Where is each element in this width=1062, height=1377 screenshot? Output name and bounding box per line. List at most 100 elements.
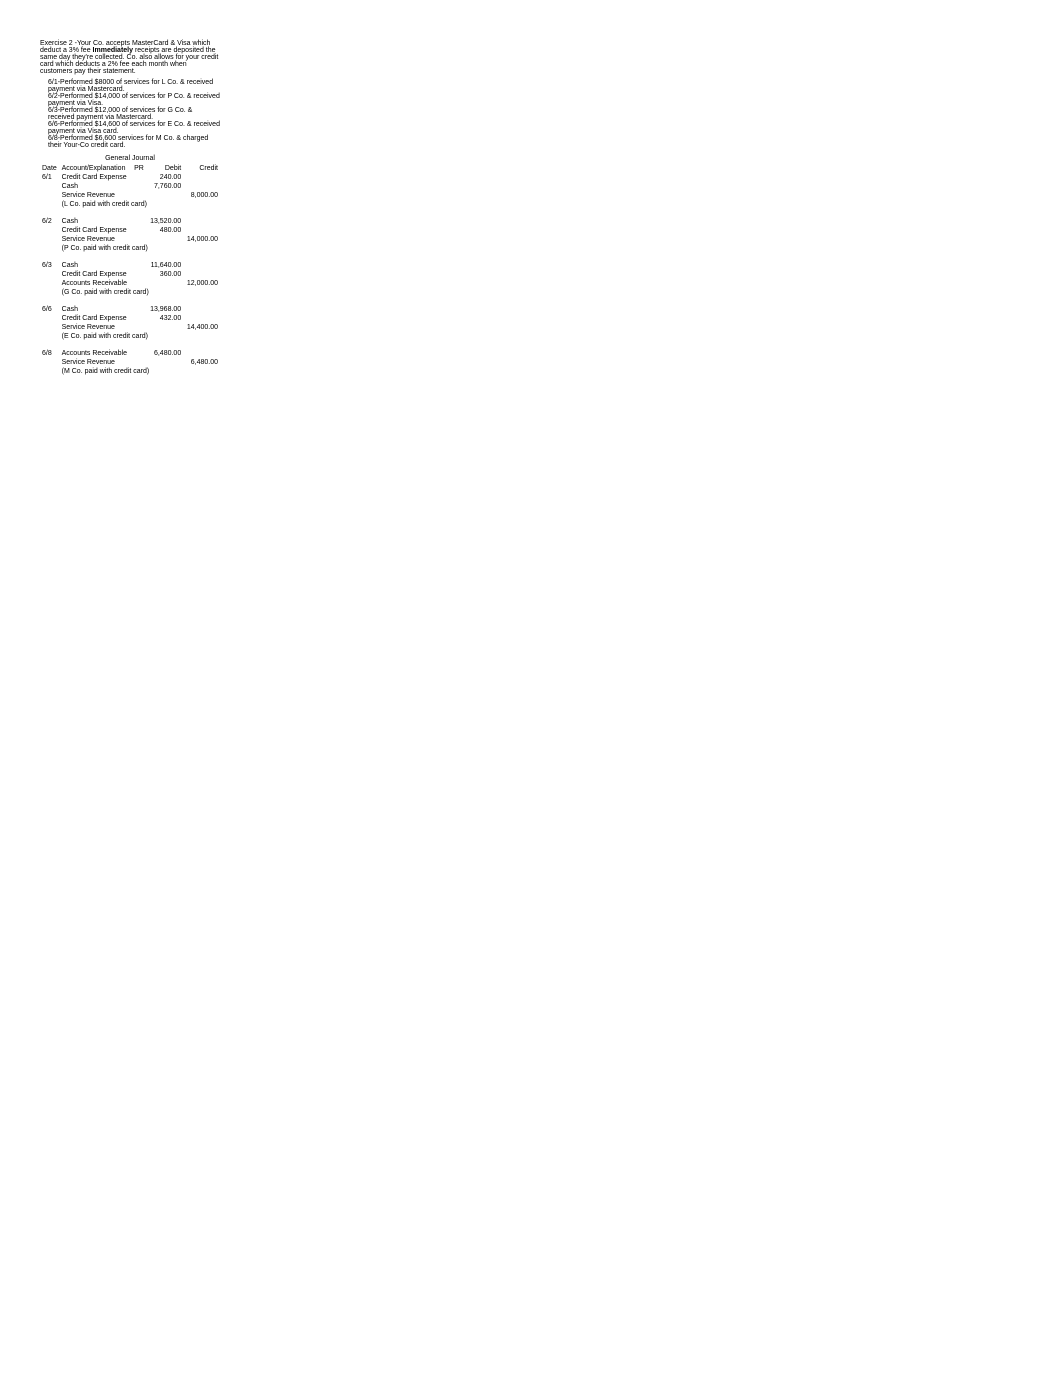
table-row: 6/8Accounts Receivable 6,480.00 (40, 349, 220, 358)
cell-account: Service Revenue (60, 235, 133, 244)
cell-date (40, 314, 60, 323)
cell-debit: 240.00 (146, 173, 183, 182)
cell-date: 6/8 (40, 349, 60, 358)
cell-credit (183, 270, 220, 279)
cell-credit: 12,000.00 (183, 279, 220, 288)
table-row: Service Revenue6,480.00 (40, 358, 220, 367)
cell-account: Credit Card Expense (60, 314, 133, 323)
table-row: (P Co. paid with credit card) (40, 244, 220, 253)
table-row: Service Revenue14,400.00 (40, 323, 220, 332)
cell-debit: 480.00 (146, 226, 183, 235)
cell-debit (146, 279, 183, 288)
cell-account: Cash (60, 182, 133, 191)
journal-body: 6/1Credit Card Expense240.00Cash7,760.00… (40, 173, 220, 384)
cell-date: 6/6 (40, 305, 60, 314)
table-row: (E Co. paid with credit card) (40, 332, 220, 341)
cell-date (40, 323, 60, 332)
cell-credit (183, 173, 220, 182)
cell-date: 6/3 (40, 261, 60, 270)
cell-credit: 14,000.00 (183, 235, 220, 244)
cell-pr (132, 349, 146, 358)
event-item: 6/8-Performed $6,600 services for M Co. … (40, 135, 220, 149)
table-header-row: Date Account/Explanation PR Debit Credit (40, 164, 220, 173)
cell-account: Credit Card Expense (60, 226, 133, 235)
table-row: (M Co. paid with credit card) (40, 367, 220, 376)
cell-pr (132, 270, 146, 279)
cell-date: 6/2 (40, 217, 60, 226)
intro-bold: Immediately (93, 47, 133, 54)
cell-debit (146, 235, 183, 244)
cell-credit (183, 261, 220, 270)
cell-date (40, 182, 60, 191)
cell-account: Cash (60, 261, 133, 270)
cell-pr (132, 314, 146, 323)
col-debit: Debit (146, 164, 183, 173)
cell-pr (132, 279, 146, 288)
col-account: Account/Explanation (60, 164, 133, 173)
cell-credit (183, 305, 220, 314)
entry-note: (L Co. paid with credit card) (60, 200, 220, 209)
cell-account: Cash (60, 305, 133, 314)
col-credit: Credit (183, 164, 220, 173)
cell-pr (132, 217, 146, 226)
cell-date (40, 226, 60, 235)
cell-debit: 7,760.00 (146, 182, 183, 191)
cell-credit (183, 217, 220, 226)
table-row: Service Revenue 14,000.00 (40, 235, 220, 244)
cell-date (40, 235, 60, 244)
cell-credit (183, 314, 220, 323)
exercise-intro: Exercise 2 -Your Co. accepts MasterCard … (40, 40, 220, 75)
cell-pr (132, 182, 146, 191)
event-item: 6/2-Performed $14,000 of services for P … (40, 93, 220, 107)
cell-date (40, 270, 60, 279)
cell-pr (132, 358, 146, 367)
cell-account: Cash (60, 217, 133, 226)
cell-account: Service Revenue (60, 323, 133, 332)
table-row: Service Revenue 8,000.00 (40, 191, 220, 200)
table-row: (G Co. paid with credit card) (40, 288, 220, 297)
cell-account: Service Revenue (60, 191, 133, 200)
cell-pr (132, 305, 146, 314)
cell-account: Credit Card Expense (60, 270, 133, 279)
table-row: 6/2Cash 13,520.00 (40, 217, 220, 226)
cell-credit (183, 182, 220, 191)
table-row: 6/1Credit Card Expense240.00 (40, 173, 220, 182)
cell-account: Accounts Receivable (60, 349, 133, 358)
cell-debit: 11,640.00 (146, 261, 183, 270)
entry-note: (G Co. paid with credit card) (60, 288, 220, 297)
event-item: 6/1-Performed $8000 of services for L Co… (40, 79, 220, 93)
table-row: Credit Card Expense 432.00 (40, 314, 220, 323)
cell-account: Credit Card Expense (60, 173, 133, 182)
cell-account: Service Revenue (60, 358, 133, 367)
cell-debit: 13,968.00 (146, 305, 183, 314)
table-row: Credit Card Expense 360.00 (40, 270, 220, 279)
cell-pr (132, 323, 146, 332)
entry-note: (P Co. paid with credit card) (60, 244, 220, 253)
journal-title: General Journal (40, 155, 220, 162)
cell-debit: 6,480.00 (146, 349, 183, 358)
cell-credit (183, 226, 220, 235)
event-item: 6/6-Performed $14,600 of services for E … (40, 121, 220, 135)
cell-credit (183, 349, 220, 358)
cell-date (40, 279, 60, 288)
entry-note: (M Co. paid with credit card) (60, 367, 220, 376)
cell-date (40, 191, 60, 200)
cell-pr (132, 226, 146, 235)
cell-credit: 8,000.00 (183, 191, 220, 200)
cell-debit: 360.00 (146, 270, 183, 279)
col-date: Date (40, 164, 60, 173)
table-row: Credit Card Expense 480.00 (40, 226, 220, 235)
cell-debit (146, 191, 183, 200)
cell-pr (132, 235, 146, 244)
cell-debit: 13,520.00 (146, 217, 183, 226)
cell-pr (132, 173, 146, 182)
cell-debit: 432.00 (146, 314, 183, 323)
event-list: 6/1-Performed $8000 of services for L Co… (40, 79, 220, 149)
entry-note: (E Co. paid with credit card) (60, 332, 220, 341)
cell-debit (146, 358, 183, 367)
table-row: 6/6Cash 13,968.00 (40, 305, 220, 314)
journal-table: Date Account/Explanation PR Debit Credit… (40, 164, 220, 384)
table-row: 6/3Cash 11,640.00 (40, 261, 220, 270)
cell-date (40, 358, 60, 367)
cell-pr (132, 191, 146, 200)
